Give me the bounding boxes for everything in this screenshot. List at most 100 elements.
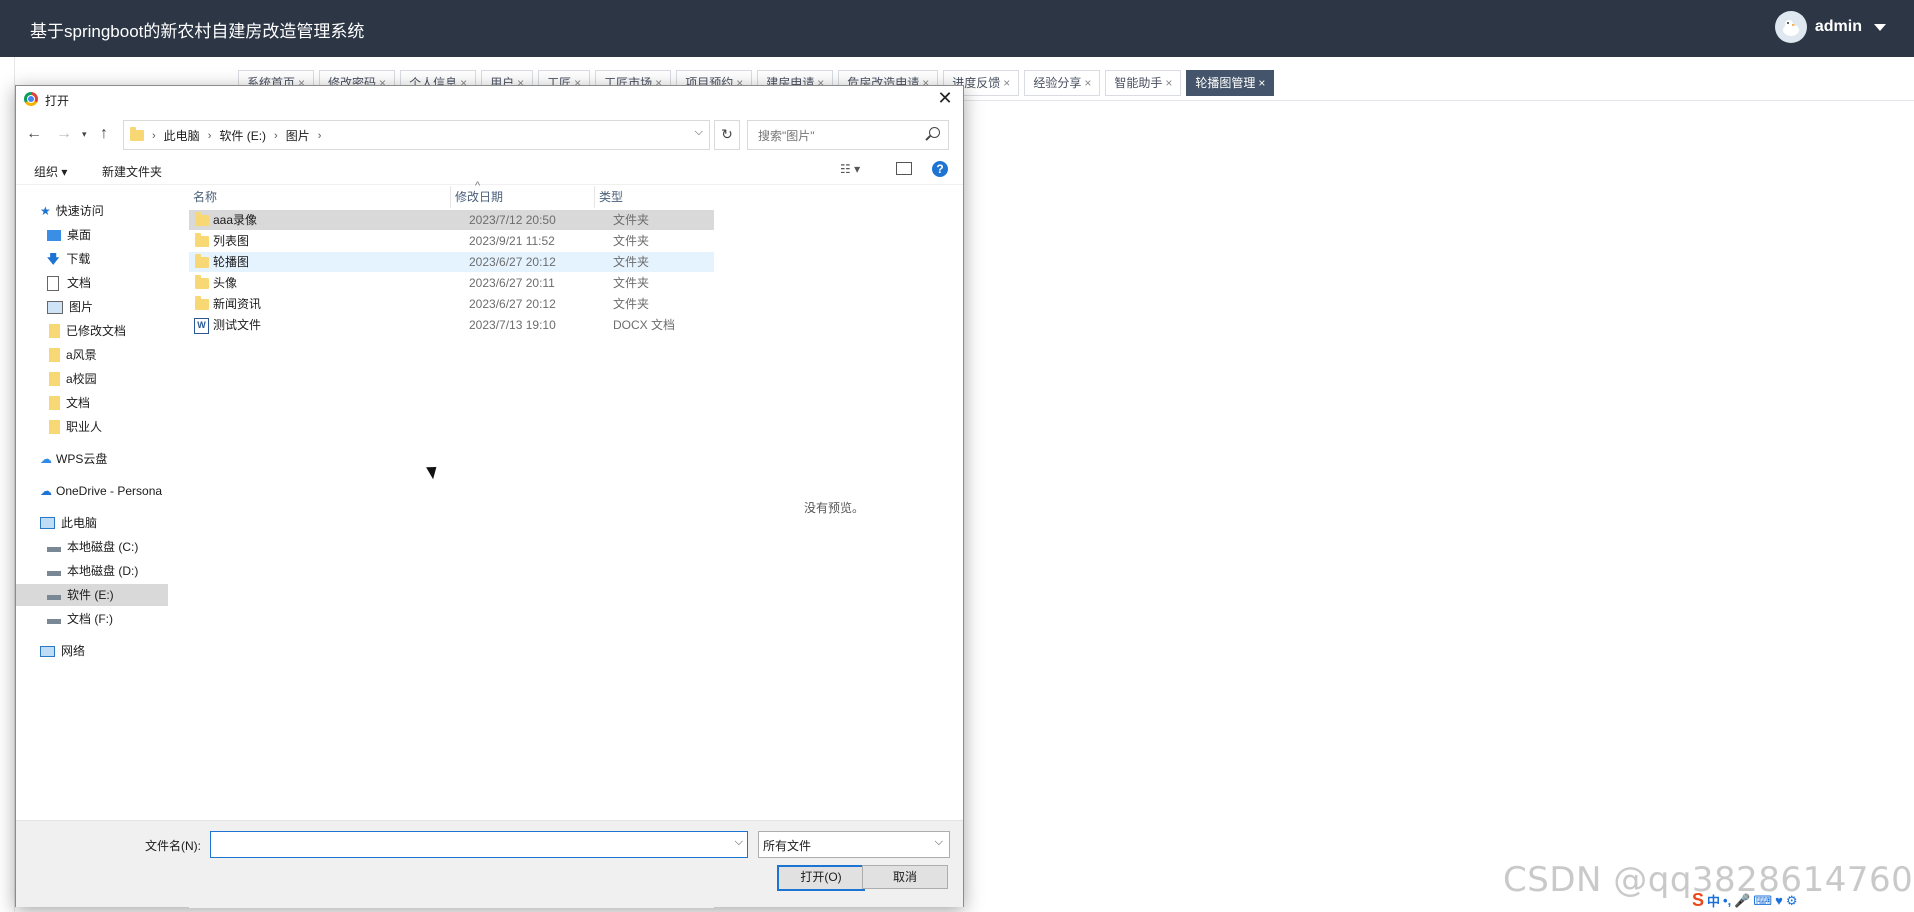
chevron-down-icon[interactable]: ⌵ bbox=[735, 836, 743, 849]
open-button[interactable]: 打开(O) bbox=[777, 865, 865, 891]
desktop-icon bbox=[47, 229, 61, 241]
breadcrumb-item[interactable]: 软件 (E:) bbox=[219, 127, 266, 144]
nav-item-folder[interactable]: a风景 bbox=[16, 344, 168, 366]
view-options-icon[interactable]: ☷ ▾ bbox=[840, 162, 860, 176]
filename-input[interactable] bbox=[215, 834, 719, 857]
nav-label: 文档 bbox=[66, 396, 91, 410]
nav-item-desktop[interactable]: 桌面📌 bbox=[16, 224, 168, 246]
filetype-select[interactable]: 所有文件 ⌵ bbox=[758, 831, 950, 858]
file-date: 2023/6/27 20:12 bbox=[469, 297, 556, 311]
computer-icon bbox=[40, 517, 55, 529]
nav-item-folder[interactable]: 职业人 bbox=[16, 416, 168, 438]
breadcrumb-item[interactable]: 此电脑 bbox=[164, 127, 200, 144]
refresh-button[interactable]: ↻ bbox=[714, 120, 740, 150]
folder-icon bbox=[130, 127, 144, 141]
organize-button[interactable]: 组织 ▾ bbox=[34, 163, 67, 180]
mouse-cursor-icon bbox=[426, 462, 441, 480]
keyboard-icon[interactable]: ⌨ bbox=[1753, 893, 1772, 909]
folder-icon bbox=[49, 420, 60, 434]
word-document-icon: W bbox=[194, 318, 209, 334]
close-icon[interactable]: × bbox=[1084, 71, 1091, 95]
drive-icon bbox=[47, 594, 61, 600]
nav-item-folder[interactable]: 文档 bbox=[16, 392, 168, 414]
new-folder-button[interactable]: 新建文件夹 bbox=[102, 163, 162, 180]
file-row[interactable]: 头像 2023/6/27 20:11 文件夹 bbox=[189, 273, 714, 293]
breadcrumb-item[interactable]: 图片 bbox=[286, 127, 310, 144]
tab-item[interactable]: 智能助手 × bbox=[1105, 70, 1182, 96]
skin-icon[interactable]: ♥ bbox=[1775, 893, 1783, 908]
file-row[interactable]: 新闻资讯 2023/6/27 20:12 文件夹 bbox=[189, 294, 714, 314]
dialog-titlebar[interactable]: 打开 ✕ bbox=[16, 86, 963, 112]
nav-drive-f[interactable]: 文档 (F:) bbox=[16, 608, 168, 630]
search-icon[interactable] bbox=[929, 127, 940, 138]
recent-dropdown-icon[interactable]: ▾ bbox=[82, 129, 87, 140]
drive-icon bbox=[47, 570, 61, 576]
user-name[interactable]: admin bbox=[1815, 18, 1862, 36]
avatar[interactable] bbox=[1774, 11, 1807, 43]
ime-mode[interactable]: 中 bbox=[1707, 891, 1720, 910]
file-row[interactable]: 列表图 2023/9/21 11:52 文件夹 bbox=[189, 231, 714, 251]
file-list: ^ 名称 修改日期 类型 aaa录像 2023/7/12 20:50 文件夹 列表图 2… bbox=[189, 180, 714, 820]
nav-quick-access[interactable]: ★ 快速访问 bbox=[16, 200, 168, 222]
tab-item[interactable]: 轮播图管理 × bbox=[1186, 70, 1275, 96]
cancel-button[interactable]: 取消 bbox=[862, 865, 948, 889]
up-arrow-icon[interactable]: ↑ bbox=[100, 125, 108, 143]
search-field[interactable] bbox=[747, 120, 949, 150]
close-icon[interactable]: ✕ bbox=[931, 86, 959, 112]
punctuation-icon[interactable]: •, bbox=[1723, 893, 1731, 908]
nav-item-folder[interactable]: a校园 bbox=[16, 368, 168, 390]
nav-network[interactable]: 网络 bbox=[16, 640, 168, 662]
close-icon[interactable]: × bbox=[1165, 71, 1172, 95]
chevron-down-icon[interactable]: ⌵ bbox=[935, 836, 943, 849]
column-header-type[interactable]: 类型 bbox=[595, 186, 714, 208]
file-name: 新闻资讯 bbox=[213, 297, 262, 311]
nav-item-pictures[interactable]: 图片📌 bbox=[16, 296, 168, 318]
help-icon[interactable]: ? bbox=[932, 161, 948, 177]
breadcrumb-separator-icon[interactable]: › bbox=[274, 130, 278, 142]
nav-label: 图片 bbox=[69, 300, 94, 314]
chevron-down-icon[interactable]: ⌵ bbox=[695, 126, 703, 139]
microphone-icon[interactable]: 🎤 bbox=[1734, 893, 1750, 909]
drive-icon bbox=[47, 618, 61, 624]
column-header-date[interactable]: 修改日期 bbox=[451, 186, 595, 208]
nav-this-pc[interactable]: 此电脑 bbox=[16, 512, 168, 534]
nav-drive-d[interactable]: 本地磁盘 (D:) bbox=[16, 560, 168, 582]
nav-onedrive[interactable]: ☁ OneDrive - Persona bbox=[16, 480, 168, 502]
close-icon[interactable]: × bbox=[1003, 71, 1010, 95]
file-row[interactable]: 轮播图 2023/6/27 20:12 文件夹 bbox=[189, 252, 714, 272]
user-menu[interactable]: admin bbox=[1774, 11, 1886, 43]
nav-wps-cloud[interactable]: ☁ WPS云盘 bbox=[16, 448, 168, 470]
breadcrumb-separator-icon[interactable]: › bbox=[152, 130, 156, 142]
address-bar[interactable]: › 此电脑 › 软件 (E:) › 图片 › ⌵ bbox=[123, 120, 710, 150]
folder-icon bbox=[49, 396, 60, 410]
breadcrumb-separator-icon[interactable]: › bbox=[318, 130, 322, 142]
preview-pane-icon[interactable] bbox=[896, 162, 912, 175]
nav-item-documents[interactable]: 文档📌 bbox=[16, 272, 168, 294]
file-date: 2023/9/21 11:52 bbox=[469, 234, 555, 248]
chevron-down-icon[interactable] bbox=[1874, 23, 1886, 31]
column-header-name[interactable]: 名称 bbox=[189, 186, 451, 208]
file-row[interactable]: aaa录像 2023/7/12 20:50 文件夹 bbox=[189, 210, 714, 230]
tab-label: 经验分享 bbox=[1033, 76, 1082, 90]
nav-drive-c[interactable]: 本地磁盘 (C:) bbox=[16, 536, 168, 558]
close-icon[interactable]: × bbox=[1258, 71, 1265, 95]
file-type: 文件夹 bbox=[613, 255, 650, 269]
file-row[interactable]: W 测试文件 2023/7/13 19:10 DOCX 文档 bbox=[189, 315, 714, 335]
nav-item-folder[interactable]: 已修改文档📌 bbox=[16, 320, 168, 342]
ime-toolbar[interactable]: S 中 •, 🎤 ⌨ ♥ ⚙ bbox=[1692, 890, 1798, 911]
folder-icon bbox=[195, 233, 209, 247]
nav-drive-e[interactable]: 软件 (E:) bbox=[16, 584, 168, 606]
breadcrumb-separator-icon[interactable]: › bbox=[208, 130, 212, 142]
toolbox-icon[interactable]: ⚙ bbox=[1786, 893, 1798, 909]
nav-item-downloads[interactable]: 🡇下载📌 bbox=[16, 248, 168, 270]
sogou-icon[interactable]: S bbox=[1692, 890, 1704, 911]
tab-item[interactable]: 经验分享 × bbox=[1024, 70, 1101, 96]
app-header: 基于springboot的新农村自建房改造管理系统 admin bbox=[0, 0, 1914, 57]
nav-label: 已修改文档 bbox=[66, 324, 127, 338]
search-input[interactable] bbox=[756, 123, 920, 149]
preview-message: 没有预览。 bbox=[804, 501, 865, 515]
dialog-footer: 文件名(N): ⌵ 所有文件 ⌵ 打开(O) 取消 bbox=[16, 820, 963, 907]
filename-field[interactable]: ⌵ bbox=[210, 831, 748, 858]
back-arrow-icon[interactable]: ← bbox=[26, 125, 42, 143]
forward-arrow-icon[interactable]: → bbox=[56, 125, 72, 143]
